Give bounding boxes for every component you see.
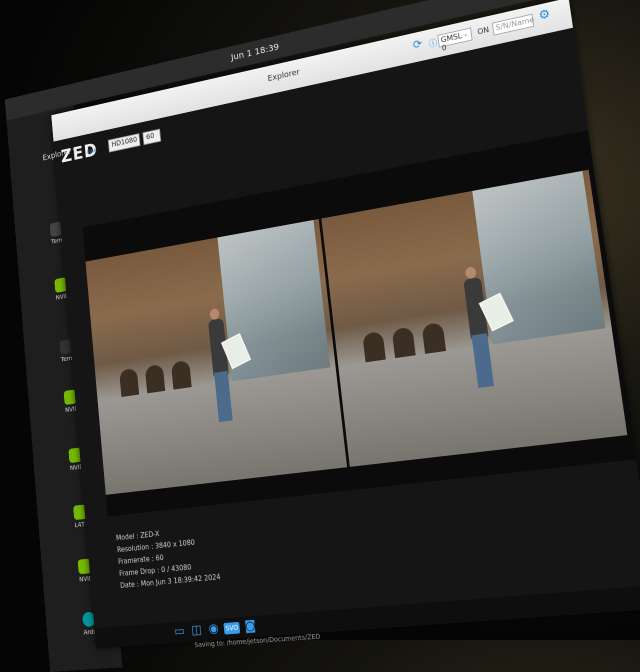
- right-camera-image: [321, 169, 628, 467]
- photographed-screen: Jun 1 18:39 Terminal NVIDIA Jetson Termi…: [4, 0, 640, 672]
- resolution-select[interactable]: HD1080: [107, 133, 141, 153]
- window-title: Explorer: [267, 67, 301, 84]
- refresh-icon[interactable]: ⟳: [412, 36, 425, 52]
- svo-icon[interactable]: SVO: [223, 621, 241, 635]
- record-icon[interactable]: ◉: [206, 621, 221, 637]
- bottom-toolbar: ▭ ◫ ◉ SVO ◙ Saving to: /home/jetson/Docu…: [94, 585, 640, 649]
- stereo-video-viewer: [82, 130, 637, 517]
- left-camera-image: [85, 218, 348, 495]
- on-label: ON: [476, 25, 490, 37]
- camera-source-select[interactable]: GMSL - 0: [437, 27, 473, 53]
- folder-icon[interactable]: ▭: [172, 624, 187, 640]
- video-icon[interactable]: ◫: [189, 623, 204, 639]
- fps-select[interactable]: 60: [142, 128, 162, 146]
- serial-input[interactable]: S/N/Name: [491, 13, 535, 36]
- clock[interactable]: Jun 1 18:39: [231, 42, 280, 63]
- settings-icon[interactable]: ⚙: [538, 7, 552, 23]
- camera-info-overlay: Model : ZED-X Resolution : 3840 x 1080 F…: [116, 522, 222, 592]
- zed-explorer-window: Explorer ⟳ ⓘ GMSL - 0 ON S/N/Name ⚙ ZED …: [51, 0, 640, 649]
- camera-icon[interactable]: ◙: [242, 619, 258, 635]
